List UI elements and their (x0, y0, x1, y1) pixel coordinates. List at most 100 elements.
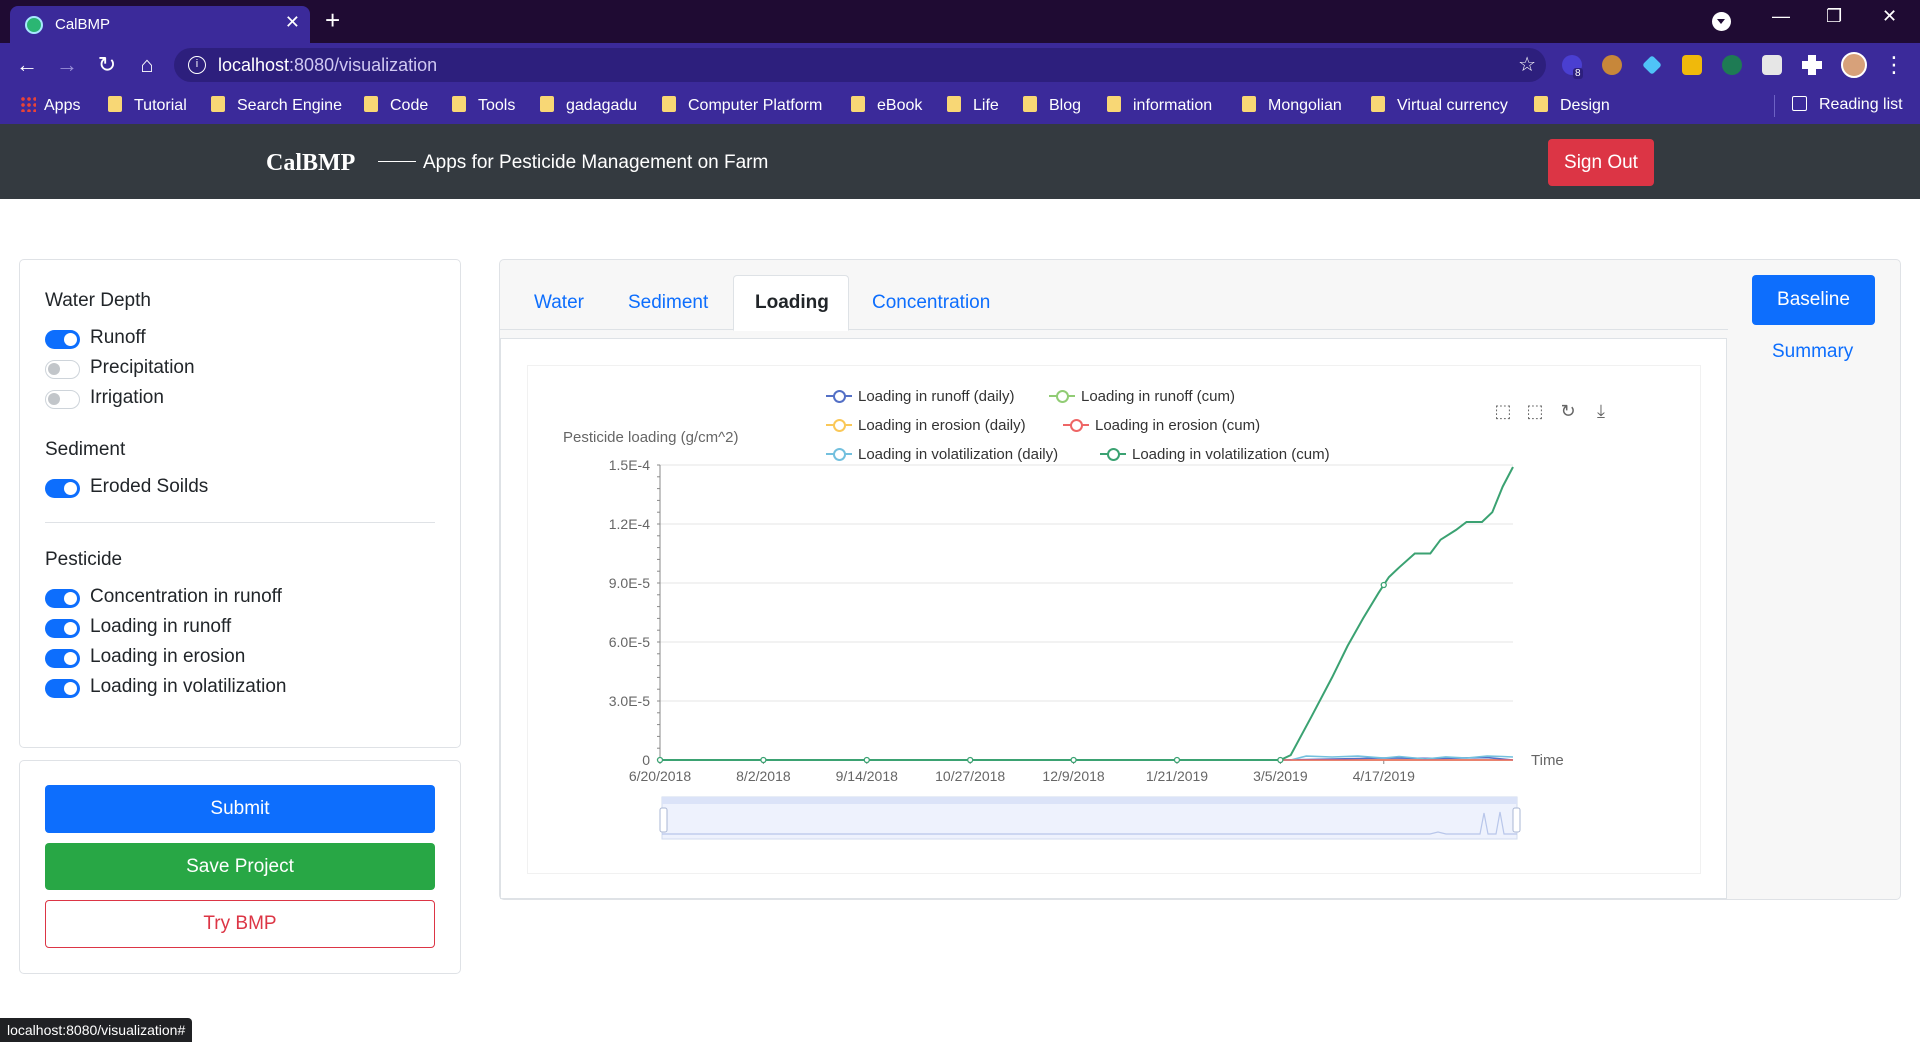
layer-options-card (19, 259, 461, 748)
minimize-icon[interactable]: — (1772, 6, 1790, 27)
data-point[interactable] (863, 756, 870, 764)
toggle-switch[interactable] (45, 479, 80, 498)
data-point[interactable] (760, 756, 767, 764)
window-close-icon[interactable]: ✕ (1882, 6, 1897, 27)
folder-icon (947, 96, 961, 112)
globe-icon (25, 16, 43, 34)
info-icon[interactable]: i (188, 56, 206, 74)
x-tick-label: 9/14/2018 (836, 768, 898, 784)
bookmark-folder[interactable]: Tools (452, 96, 515, 115)
legend-item[interactable]: Loading in runoff (daily) (826, 388, 1015, 405)
reload-icon[interactable]: ↻ (93, 51, 121, 79)
bookmark-folder[interactable]: Blog (1023, 96, 1081, 115)
data-point[interactable] (967, 756, 974, 764)
bookmark-folder[interactable]: Code (364, 96, 428, 115)
bookmark-folder[interactable]: eBook (851, 96, 922, 115)
puzzle-icon[interactable] (1802, 55, 1822, 75)
tab-loading[interactable]: Loading (755, 292, 829, 314)
datazoom-handle-right[interactable] (1512, 807, 1521, 833)
tab-search-icon[interactable] (1712, 12, 1731, 31)
bookmark-apps[interactable]: Apps (20, 96, 80, 115)
toggle-label: Loading in volatilization (90, 676, 287, 697)
y-axis-label: Pesticide loading (g/cm^2) (563, 429, 739, 446)
toggle-switch[interactable] (45, 330, 80, 349)
folder-icon (108, 96, 122, 112)
bookmark-folder[interactable]: Life (947, 96, 999, 115)
baseline-button[interactable]: Baseline (1752, 275, 1875, 325)
x-axis-label: Time (1531, 752, 1564, 769)
series-line[interactable] (660, 466, 1514, 761)
data-point[interactable] (1380, 581, 1387, 589)
reading-list[interactable]: Reading list (1792, 96, 1903, 114)
close-icon[interactable]: ✕ (285, 12, 300, 33)
glasses-icon[interactable] (1762, 55, 1782, 75)
summary-link[interactable]: Summary (1772, 341, 1853, 363)
bookmark-folder[interactable]: information (1107, 96, 1212, 115)
x-tick-label: 1/21/2019 (1146, 768, 1208, 784)
sign-out-button[interactable]: Sign Out (1548, 139, 1654, 186)
folder-icon (851, 96, 865, 112)
new-tab-icon[interactable]: + (325, 6, 340, 34)
folder-icon (452, 96, 466, 112)
toggle-switch[interactable] (45, 390, 80, 409)
zoom-icon[interactable]: ⬚ (1492, 400, 1514, 422)
back-icon[interactable]: ← (13, 51, 41, 79)
toggle-switch[interactable] (45, 649, 80, 668)
browser-tab[interactable]: CalBMP ✕ (10, 6, 310, 43)
tab-water[interactable]: Water (534, 292, 584, 314)
y-tick-label: 6.0E-5 (609, 634, 650, 650)
bookmarks-divider (1774, 95, 1775, 117)
gem-icon[interactable] (1642, 55, 1662, 75)
data-point[interactable] (1173, 756, 1181, 764)
submit-button[interactable]: Submit (45, 785, 435, 833)
reading-list-icon (1792, 96, 1807, 111)
restore-chart-icon[interactable]: ↻ (1557, 400, 1579, 422)
bookmark-folder[interactable]: Tutorial (108, 96, 187, 115)
datazoom-handle-left[interactable] (659, 807, 668, 833)
address-url: localhost:8080/visualization (218, 55, 438, 75)
bookmarks-bar: Apps Tutorial Search Engine Code Tools g… (0, 87, 1920, 124)
data-point[interactable] (656, 756, 664, 764)
cookie-icon[interactable] (1602, 55, 1622, 75)
home-icon[interactable]: ⌂ (133, 51, 161, 79)
zoom-reset-icon[interactable]: ⬚ (1524, 400, 1546, 422)
try-bmp-button[interactable]: Try BMP (45, 900, 435, 948)
data-point[interactable] (1277, 756, 1284, 764)
toggle-label: Eroded Soilds (90, 476, 209, 497)
data-point[interactable] (1070, 756, 1077, 764)
restore-icon[interactable]: ❐ (1826, 6, 1842, 27)
address-bar[interactable]: i localhost:8080/visualization ☆ (174, 48, 1546, 82)
bookmark-folder[interactable]: Design (1534, 96, 1610, 115)
save-project-button[interactable]: Save Project (45, 843, 435, 890)
avatar[interactable] (1841, 52, 1867, 78)
folder-icon (540, 96, 554, 112)
legend-item[interactable]: Loading in erosion (cum) (1063, 417, 1260, 434)
check-shield-icon[interactable] (1722, 55, 1742, 75)
toggle-switch[interactable] (45, 619, 80, 638)
apps-grid-icon (20, 96, 36, 112)
brand-logo[interactable]: CalBMP (266, 150, 355, 177)
y-tick-label: 0 (642, 752, 650, 768)
tab-concentration[interactable]: Concentration (872, 292, 990, 314)
bookmark-folder[interactable]: Mongolian (1242, 96, 1342, 115)
toggle-switch[interactable] (45, 679, 80, 698)
toggle-switch[interactable] (45, 589, 80, 608)
binance-icon[interactable] (1682, 55, 1702, 75)
browser-tab-title: CalBMP (55, 16, 111, 33)
pesticide-title: Pesticide (45, 549, 123, 570)
legend-item[interactable]: Loading in runoff (cum) (1049, 388, 1235, 405)
bookmark-folder[interactable]: Computer Platform (662, 96, 822, 115)
bookmark-folder[interactable]: Search Engine (211, 96, 342, 115)
menu-kebab-icon[interactable]: ⋮ (1880, 51, 1908, 79)
legend-item[interactable]: Loading in erosion (daily) (826, 417, 1026, 434)
tab-sediment[interactable]: Sediment (628, 292, 708, 314)
forward-icon[interactable]: → (53, 51, 81, 79)
bookmark-folder[interactable]: Virtual currency (1371, 96, 1508, 115)
download-icon[interactable]: ⤓ (1590, 400, 1612, 422)
datazoom-bar[interactable] (662, 797, 1517, 804)
sediment-title: Sediment (45, 439, 126, 460)
bookmark-star-icon[interactable]: ☆ (1518, 52, 1536, 77)
bookmark-folder[interactable]: gadagadu (540, 96, 637, 115)
folder-icon (1371, 96, 1385, 112)
toggle-switch[interactable] (45, 360, 80, 379)
